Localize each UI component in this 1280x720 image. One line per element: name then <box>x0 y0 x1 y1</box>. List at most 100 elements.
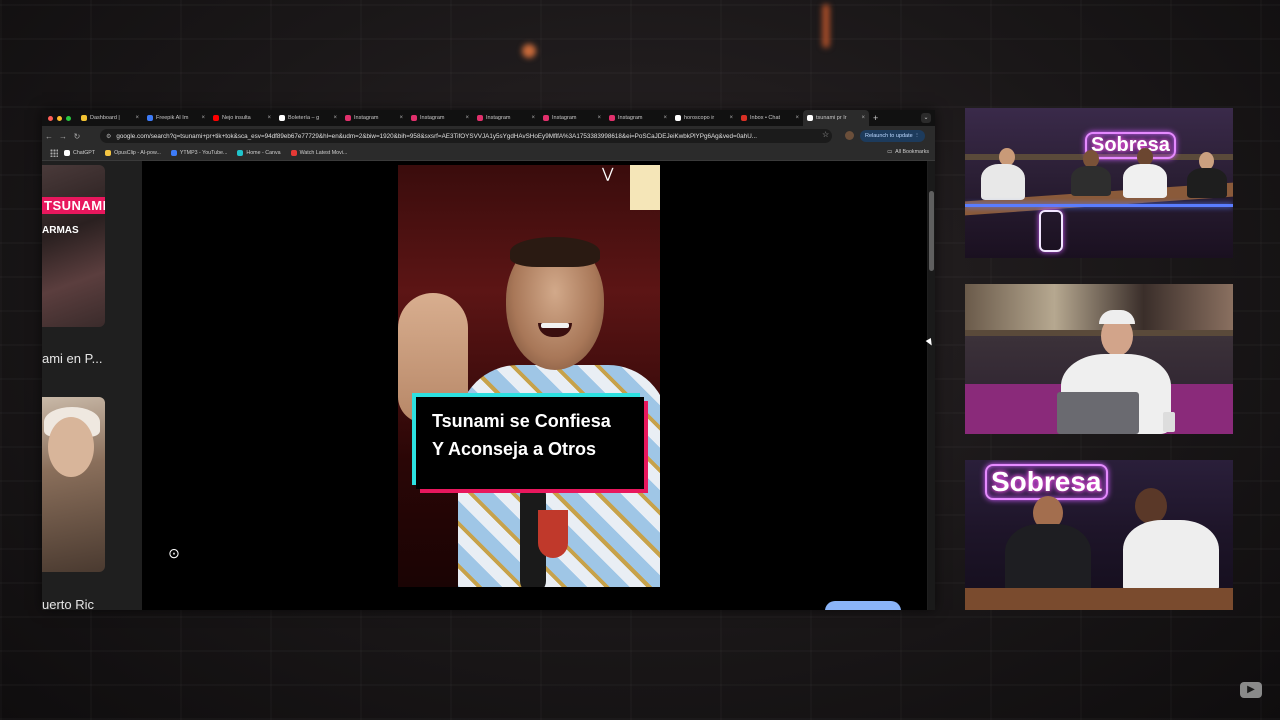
webcam-panel-3: Sobresa <box>965 460 1233 610</box>
close-tab-icon[interactable]: × <box>399 115 403 121</box>
browser-tab[interactable]: Inbox • Chat × <box>737 110 803 126</box>
visit-button[interactable] <box>825 601 901 610</box>
page-content: TSUNAMI ARMAS ami en P... uerto Ric ⊙ ⋁ <box>42 161 935 610</box>
thumbnail-subtitle: ARMAS <box>42 225 79 236</box>
result-thumbnail[interactable]: TSUNAMI ARMAS <box>42 165 105 327</box>
tab-favicon-icon <box>345 115 351 121</box>
laptop <box>1057 392 1139 434</box>
relaunch-button[interactable]: Relaunch to update ⋮ <box>860 130 925 142</box>
result-thumbnail[interactable] <box>42 397 105 572</box>
browser-tab[interactable]: tsunami pr Ir × <box>803 110 869 126</box>
tab-label: Dashboard | <box>90 115 120 121</box>
bookmark-label: Watch Latest Movi... <box>299 150 348 156</box>
google-lens-icon[interactable]: ⊙ <box>164 543 184 563</box>
tab-favicon-icon <box>741 115 747 121</box>
browser-tab[interactable]: Instagram × <box>341 110 407 126</box>
tab-favicon-icon <box>147 115 153 121</box>
browser-tab[interactable]: Boletería – g × <box>275 110 341 126</box>
tab-favicon-icon <box>477 115 483 121</box>
close-tab-icon[interactable]: × <box>531 115 535 121</box>
background-light <box>822 4 830 48</box>
tab-favicon-icon <box>609 115 615 121</box>
browser-tab[interactable]: Instagram × <box>407 110 473 126</box>
tab-bar: Dashboard | × Freepik AI Im × Ñejo insulta × B… <box>42 110 935 126</box>
browser-window: Dashboard | × Freepik AI Im × Ñejo insulta × B… <box>42 110 935 610</box>
result-caption[interactable]: ami en P... <box>42 351 102 366</box>
bookmark-star-icon[interactable]: ☆ <box>822 130 829 139</box>
all-bookmarks-button[interactable]: ▭ All Bookmarks <box>887 149 929 155</box>
tab-search-button[interactable]: ⌄ <box>921 113 931 123</box>
close-window-button[interactable] <box>48 115 53 121</box>
tab-label: Instagram <box>354 115 379 121</box>
close-tab-icon[interactable]: × <box>795 115 799 121</box>
bookmark-favicon-icon <box>105 150 112 156</box>
bookmark-item[interactable]: YTMP3 - YouTube... <box>170 150 228 156</box>
bookmark-favicon-icon <box>237 150 244 156</box>
new-tab-button[interactable]: + <box>873 113 878 123</box>
forward-button[interactable]: → <box>56 132 70 141</box>
browser-tab[interactable]: Instagram × <box>539 110 605 126</box>
browser-tab[interactable]: Instagram × <box>605 110 671 126</box>
close-tab-icon[interactable]: × <box>663 115 667 121</box>
window-controls <box>48 115 71 121</box>
close-tab-icon[interactable]: × <box>333 115 337 121</box>
neon-sign: Sobresa <box>985 464 1108 501</box>
bookmarks-bar: ChatGPT OpusClip - AI-pow... YTMP3 - YouTu… <box>42 146 935 161</box>
tab-label: Ñejo insulta <box>222 115 251 121</box>
bookmark-item[interactable]: OpusClip - AI-pow... <box>105 150 161 156</box>
scrollbar-thumb[interactable] <box>929 191 934 271</box>
tab-favicon-icon <box>213 115 219 121</box>
tab-label: horoscopo ir <box>684 115 715 121</box>
folder-icon: ▭ <box>887 149 893 155</box>
site-info-icon[interactable]: ⚙ <box>106 133 111 140</box>
bookmark-favicon-icon <box>290 150 297 156</box>
bookmark-label: OpusClip - AI-pow... <box>114 150 161 156</box>
browser-tab[interactable]: Ñejo insulta × <box>209 110 275 126</box>
tab-label: Instagram <box>486 115 511 121</box>
bookmark-label: ChatGPT <box>73 150 96 156</box>
thumbnail-title: TSUNAMI <box>42 197 105 214</box>
close-tab-icon[interactable]: × <box>861 115 865 121</box>
all-bookmarks-label: All Bookmarks <box>895 149 929 155</box>
bookmark-label: YTMP3 - YouTube... <box>179 150 228 156</box>
tab-label: Inbox • Chat <box>750 115 781 121</box>
page-scrollbar[interactable] <box>928 161 935 610</box>
back-button[interactable]: ← <box>42 132 56 141</box>
close-tab-icon[interactable]: × <box>597 115 601 121</box>
browser-tab[interactable]: Freepik AI Im × <box>143 110 209 126</box>
tab-favicon-icon <box>807 115 813 121</box>
url-text: google.com/search?q=tsunami+pr+tik+tok&s… <box>116 132 757 140</box>
tab-label: Freepik AI Im <box>156 115 189 121</box>
reload-button[interactable]: ↻ <box>70 132 84 141</box>
tab-label: Boletería – g <box>288 115 320 121</box>
tab-favicon-icon <box>411 115 417 121</box>
bookmark-item[interactable]: ChatGPT <box>64 150 95 156</box>
bookmark-item[interactable]: Home - Canva <box>237 150 281 156</box>
close-tab-icon[interactable]: × <box>729 115 733 121</box>
caption-line-1: Tsunami se Confiesa <box>432 411 611 431</box>
tab-favicon-icon <box>81 115 87 121</box>
tab-label: Instagram <box>552 115 577 121</box>
bookmark-label: Home - Canva <box>246 150 281 156</box>
video-preview[interactable]: ⋁ Tsunami se Confiesa Y Aconseja a Otros <box>398 165 660 587</box>
apps-grid-icon[interactable] <box>50 149 58 157</box>
maximize-window-button[interactable] <box>66 115 71 121</box>
minimize-window-button[interactable] <box>57 115 62 121</box>
caption-line-2: Y Aconseja a Otros <box>432 439 597 459</box>
result-caption[interactable]: uerto Ric <box>42 597 94 610</box>
close-tab-icon[interactable]: × <box>465 115 469 121</box>
browser-tab[interactable]: Instagram × <box>473 110 539 126</box>
browser-tab[interactable]: Dashboard | × <box>77 110 143 126</box>
close-tab-icon[interactable]: × <box>267 115 271 121</box>
close-tab-icon[interactable]: × <box>135 115 139 121</box>
youtube-icon[interactable]: ▶ <box>1240 682 1262 698</box>
relaunch-label: Relaunch to update <box>865 133 913 139</box>
close-tab-icon[interactable]: × <box>201 115 205 121</box>
profile-avatar[interactable] <box>845 131 854 140</box>
bookmark-item[interactable]: Watch Latest Movi... <box>290 150 348 156</box>
bookmark-favicon-icon <box>64 150 70 156</box>
browser-tab[interactable]: horoscopo ir × <box>671 110 737 126</box>
address-bar[interactable]: ⚙ google.com/search?q=tsunami+pr+tik+tok… <box>100 129 832 143</box>
background-light <box>522 44 536 58</box>
tab-favicon-icon <box>279 115 285 121</box>
